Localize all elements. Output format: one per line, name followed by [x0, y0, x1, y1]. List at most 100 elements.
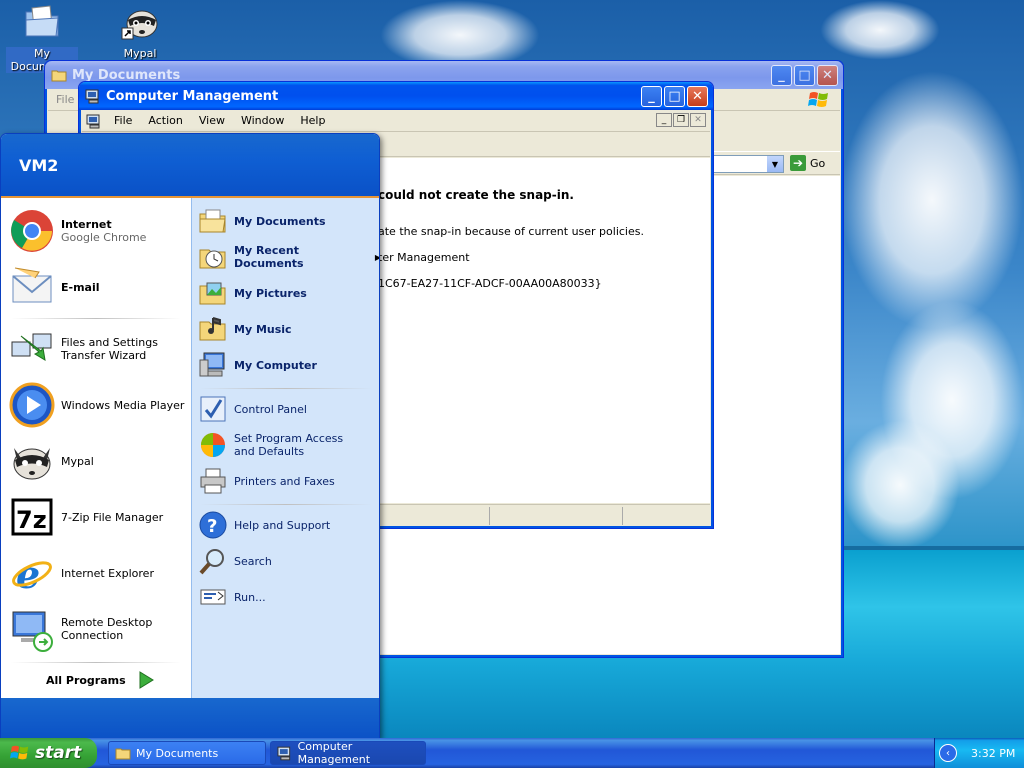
submenu-arrow-icon: ▶ [375, 253, 379, 262]
start-menu-left-pane: Internet Google Chrome E-mail Files and … [1, 198, 191, 698]
media-player-icon [9, 382, 55, 428]
menu-window[interactable]: Window [233, 112, 292, 129]
pinned-internet[interactable]: Internet Google Chrome [9, 208, 146, 254]
recent-windows-media-player[interactable]: Windows Media Player [9, 382, 184, 428]
recent-label: Internet Explorer [61, 566, 154, 580]
place-my-pictures[interactable]: My Pictures [198, 278, 307, 308]
clock[interactable]: 3:32 PM [971, 747, 1015, 760]
taskbar-item-computer-management[interactable]: Computer Management [270, 740, 426, 766]
task-label: Computer Management [297, 740, 371, 766]
start-button[interactable]: start [0, 738, 97, 768]
go-button[interactable]: ➔ Go [790, 155, 825, 171]
menu-file[interactable]: File [106, 112, 140, 129]
address-input[interactable]: ▼ [712, 155, 784, 173]
minimize-button[interactable]: _ [771, 65, 792, 86]
mdi-controls: _ ❐ ✕ [656, 113, 706, 127]
all-programs-button[interactable]: All Programs [46, 670, 156, 690]
svg-text:7z: 7z [16, 506, 47, 534]
maximize-button[interactable]: □ [794, 65, 815, 86]
go-arrow-icon: ➔ [790, 155, 806, 171]
sky-cloud [840, 420, 960, 550]
app-menu-icon[interactable] [86, 113, 102, 129]
separator [200, 388, 372, 389]
show-hidden-icons-chevron-icon[interactable]: ‹ [939, 744, 957, 762]
help-label: Run... [234, 590, 266, 604]
menu-view[interactable]: View [191, 112, 233, 129]
computer-management-icon [85, 89, 99, 104]
my-pictures-icon [199, 282, 226, 305]
setting-control-panel[interactable]: Control Panel [198, 394, 307, 424]
place-label: My Documents [234, 214, 326, 228]
separator [200, 504, 372, 505]
setting-printers-faxes[interactable]: Printers and Faxes [198, 466, 335, 496]
arrow-right-icon [139, 671, 154, 689]
desktop-icon-label: Mypal [123, 47, 157, 60]
raccoon-icon [13, 448, 51, 480]
recent-label: Windows Media Player [61, 398, 185, 412]
recent-internet-explorer[interactable]: e Internet Explorer [9, 550, 154, 596]
menubar: File Action View Window Help _ ❐ ✕ [82, 110, 710, 132]
place-label: My Computer [234, 358, 317, 372]
windows-logo-icon [10, 745, 29, 760]
help-and-support[interactable]: ? Help and Support [198, 510, 330, 540]
my-music-icon [199, 317, 226, 341]
menu-file[interactable]: File [56, 93, 74, 106]
folder-icon [51, 70, 67, 82]
window-title: Computer Management [106, 88, 279, 104]
chevron-down-icon[interactable]: ▼ [767, 156, 783, 172]
system-tray: ‹ 3:32 PM [934, 738, 1024, 768]
place-my-documents[interactable]: My Documents [198, 206, 326, 236]
folder-icon [115, 748, 131, 760]
pinned-title: E-mail [61, 280, 100, 294]
recent-remote-desktop[interactable]: Remote Desktop Connection [9, 606, 181, 652]
menu-action[interactable]: Action [140, 112, 190, 129]
control-panel-icon [200, 396, 226, 422]
help-label: Search [234, 554, 272, 568]
recent-label: Remote Desktop Connection [61, 616, 153, 642]
separator [11, 662, 181, 663]
setting-program-access[interactable]: Set Program Access and Defaults [198, 430, 360, 460]
error-heading: could not create the snap-in. [378, 188, 574, 202]
status-divider [622, 507, 623, 525]
minimize-button[interactable]: _ [641, 86, 662, 107]
recent-mypal[interactable]: Mypal [9, 438, 94, 484]
start-menu-header: VM2 [1, 134, 379, 198]
all-programs-label: All Programs [46, 673, 126, 687]
close-button[interactable]: ✕ [817, 65, 838, 86]
taskbar-item-my-documents[interactable]: My Documents [108, 741, 266, 765]
place-my-recent-documents[interactable]: My Recent Documents ▶ [198, 242, 379, 272]
recent-7zip[interactable]: 7z 7-Zip File Manager [9, 494, 163, 540]
mdi-restore-button[interactable]: ❐ [673, 113, 689, 127]
start-menu-right-pane: My Documents My Recent Documents ▶ My Pi… [191, 198, 379, 698]
help-icon: ? [199, 511, 227, 539]
sky-cloud [820, 0, 940, 60]
place-my-music[interactable]: My Music [198, 314, 292, 344]
search[interactable]: Search [198, 546, 272, 576]
recent-files-settings-wizard[interactable]: Files and Settings Transfer Wizard [9, 326, 181, 372]
run-icon [200, 589, 226, 605]
desktop-icon-mypal[interactable]: Mypal [104, 2, 176, 60]
recent-label: Files and Settings Transfer Wizard [61, 336, 158, 362]
mdi-minimize-button[interactable]: _ [656, 113, 672, 127]
mdi-close-button[interactable]: ✕ [690, 113, 706, 127]
close-button[interactable]: ✕ [687, 86, 708, 107]
status-divider [489, 507, 490, 525]
setting-label: Printers and Faxes [234, 474, 335, 488]
taskbar: start My Documents Computer Management ‹… [0, 738, 1024, 768]
sky-cloud [840, 70, 1024, 330]
maximize-button[interactable]: □ [664, 86, 685, 107]
help-label: Help and Support [234, 518, 331, 532]
raccoon-icon [121, 10, 158, 40]
error-line: 1C67-EA27-11CF-ADCF-00AA00A80033} [378, 277, 602, 290]
computer-management-titlebar[interactable]: Computer Management _ □ ✕ [79, 82, 713, 110]
transfer-wizard-icon [11, 333, 52, 361]
run[interactable]: Run... [198, 582, 266, 612]
email-envelope-icon [12, 267, 52, 303]
recent-label: Mypal [61, 454, 94, 468]
menu-help[interactable]: Help [292, 112, 333, 129]
place-my-computer[interactable]: My Computer [198, 350, 317, 380]
recent-label: 7-Zip File Manager [61, 510, 164, 524]
pinned-email[interactable]: E-mail [9, 264, 100, 310]
setting-label: Set Program Access and Defaults [234, 432, 344, 458]
recent-documents-icon [199, 249, 226, 269]
